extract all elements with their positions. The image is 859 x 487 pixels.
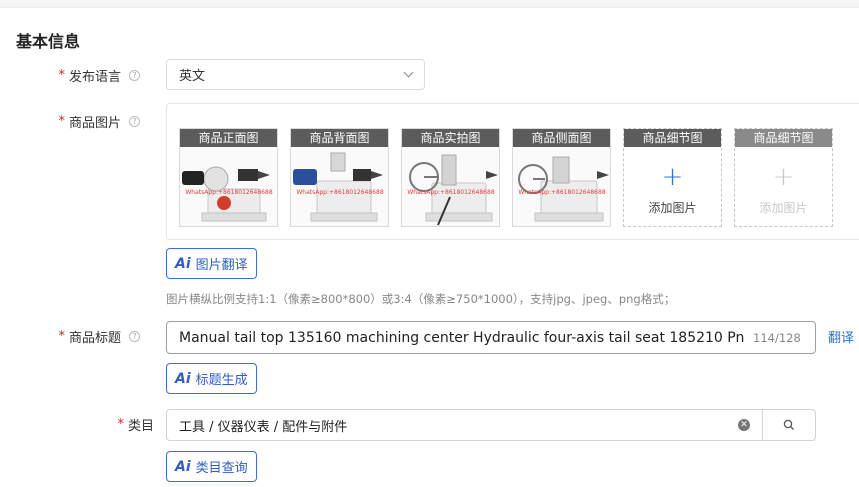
ai-title-generate-button[interactable]: Ai 标题生成: [166, 363, 257, 394]
category-input[interactable]: 工具 / 仪器仪表 / 配件与附件 ✕: [166, 409, 763, 441]
image-format-hint: 图片横纵比例支持1:1（像素≥800*800）或3:4（像素≥750*1000）…: [166, 292, 676, 306]
plus-icon: +: [661, 162, 684, 192]
question-circle-icon[interactable]: ?: [129, 331, 140, 342]
product-image-side[interactable]: 商品侧面图 WhatsApp:+8618012648688: [512, 128, 611, 227]
ai-icon: Ai: [175, 370, 191, 387]
images-label-text: 商品图片: [68, 116, 121, 131]
add-detail-image-button-disabled: 商品细节图 + 添加图片: [734, 128, 833, 227]
add-image-text: 添加图片: [648, 201, 697, 215]
image-caption: 商品细节图: [735, 129, 832, 147]
question-circle-icon[interactable]: ?: [129, 116, 140, 127]
image-caption: 商品侧面图: [513, 129, 610, 147]
ai-image-translate-button[interactable]: Ai 图片翻译: [166, 248, 257, 279]
plus-icon: +: [772, 162, 795, 192]
image-upload-panel: 商品正面图 WhatsApp:+8618012648688 商品背面图 What…: [166, 103, 859, 240]
title-input[interactable]: Manual tail top 135160 machining center …: [166, 321, 816, 354]
watermark-text: WhatsApp:+8618012648688: [407, 189, 494, 196]
add-detail-image-button[interactable]: 商品细节图 + 添加图片: [623, 128, 722, 227]
question-circle-icon[interactable]: ?: [129, 70, 140, 81]
image-caption: 商品实拍图: [402, 129, 499, 147]
required-mark: *: [58, 329, 65, 344]
product-image-real[interactable]: 商品实拍图 WhatsApp:+8618012648688: [401, 128, 500, 227]
ai-button-label: 图片翻译: [195, 258, 248, 273]
language-select-value: 英文: [179, 69, 206, 84]
close-circle-icon[interactable]: ✕: [738, 419, 750, 431]
ai-button-label: 类目查询: [195, 461, 248, 476]
language-label: * 发布语言 ?: [58, 66, 140, 85]
chevron-down-icon: [403, 67, 414, 78]
required-mark: *: [58, 114, 65, 129]
category-label-text: 类目: [127, 419, 154, 434]
images-label: * 商品图片 ?: [58, 112, 140, 131]
ai-category-query-button[interactable]: Ai 类目查询: [166, 451, 257, 482]
ai-button-label: 标题生成: [195, 373, 248, 388]
required-mark: *: [58, 68, 65, 83]
section-title: 基本信息: [16, 32, 81, 51]
product-image-front[interactable]: 商品正面图 WhatsApp:+8618012648688: [179, 128, 278, 227]
translate-link[interactable]: 翻译: [828, 327, 854, 346]
category-label: * 类目: [117, 415, 154, 434]
title-input-value: Manual tail top 135160 machining center …: [179, 329, 745, 346]
category-search-button[interactable]: [762, 409, 816, 441]
add-image-text: 添加图片: [759, 201, 808, 215]
ai-icon: Ai: [175, 458, 191, 475]
ai-icon: Ai: [175, 255, 191, 272]
product-thumbnail: WhatsApp:+8618012648688: [291, 147, 388, 226]
language-label-text: 发布语言: [68, 70, 121, 85]
image-caption: 商品细节图: [624, 129, 721, 147]
title-label: * 商品标题 ?: [58, 327, 140, 346]
language-select[interactable]: 英文: [166, 59, 425, 90]
product-image-back[interactable]: 商品背面图 WhatsApp:+8618012648688: [290, 128, 389, 227]
watermark-text: WhatsApp:+8618012648688: [296, 189, 383, 196]
search-icon: [783, 419, 794, 430]
product-thumbnail: WhatsApp:+8618012648688: [180, 147, 277, 226]
watermark-text: WhatsApp:+8618012648688: [518, 189, 605, 196]
top-bar: [0, 0, 859, 8]
title-char-count: 114/128: [753, 330, 801, 345]
image-caption: 商品背面图: [291, 129, 388, 147]
required-mark: *: [117, 417, 124, 432]
title-label-text: 商品标题: [68, 331, 121, 346]
product-thumbnail: WhatsApp:+8618012648688: [402, 147, 499, 226]
category-input-value: 工具 / 仪器仪表 / 配件与附件: [179, 419, 348, 435]
product-thumbnail: WhatsApp:+8618012648688: [513, 147, 610, 226]
watermark-text: WhatsApp:+8618012648688: [185, 189, 272, 196]
image-caption: 商品正面图: [180, 129, 277, 147]
